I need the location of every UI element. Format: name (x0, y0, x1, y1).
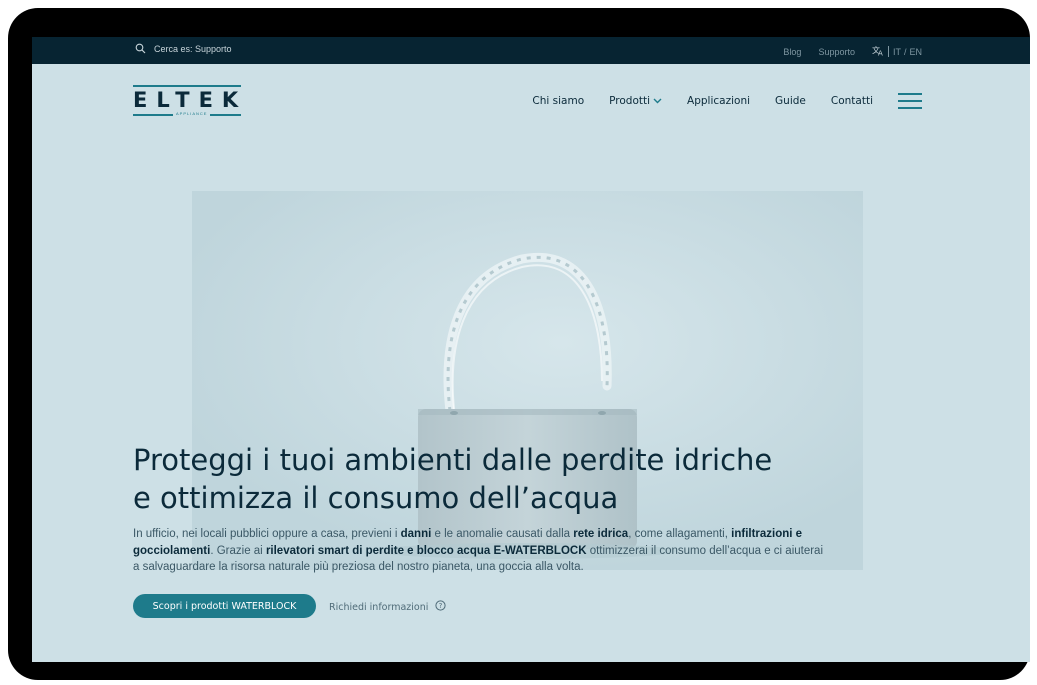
search-field[interactable]: Cerca es: Supporto (135, 43, 232, 54)
nav-applicazioni[interactable]: Applicazioni (687, 95, 750, 107)
link-blog[interactable]: Blog (783, 47, 801, 57)
lang-it[interactable]: IT (893, 47, 901, 57)
request-info-link[interactable]: Richiedi informazioni ? (329, 600, 446, 614)
main-navigation: Chi siamo Prodotti Applicazioni Guide Co… (532, 93, 922, 109)
svg-text:A: A (878, 50, 883, 57)
desc-text-3: , come allagamenti, (628, 528, 732, 540)
desc-bold-danni: danni (400, 528, 432, 540)
desc-text-4: . Grazie ai (210, 544, 266, 557)
desc-bold-rete-idrica: rete idrica (573, 528, 629, 540)
translate-icon: 文 A (872, 45, 884, 58)
device-frame: Cerca es: Supporto Blog Supporto 文 A IT … (8, 8, 1030, 680)
hero-headline-line-1: Proteggi i tuoi ambienti dalle perdite i… (133, 443, 773, 477)
desc-text-1: In ufficio, nei locali pubblici oppure a… (133, 528, 401, 540)
hero-description: In ufficio, nei locali pubblici oppure a… (133, 526, 823, 576)
top-utility-bar: Cerca es: Supporto Blog Supporto 文 A IT … (32, 37, 1030, 64)
search-placeholder[interactable]: Cerca es: Supporto (154, 44, 232, 54)
nav-prodotti[interactable]: Prodotti (609, 95, 662, 107)
utility-links: Blog Supporto 文 A IT / EN (766, 45, 922, 58)
logo-subtext: APPLIANCE (173, 111, 211, 117)
hero-headline-line-2: e ottimizza il consumo dell’acqua (133, 481, 619, 515)
svg-text:?: ? (439, 602, 443, 610)
nav-contatti[interactable]: Contatti (831, 95, 873, 107)
lang-en[interactable]: EN (909, 47, 922, 57)
discover-waterblock-button[interactable]: Scopri i prodotti WATERBLOCK (133, 594, 316, 618)
lang-slash: / (903, 46, 907, 57)
question-circle-icon: ? (435, 600, 446, 614)
chevron-down-icon (653, 95, 662, 107)
lang-divider (887, 46, 889, 57)
nav-prodotti-label: Prodotti (609, 95, 651, 107)
browser-viewport: Cerca es: Supporto Blog Supporto 文 A IT … (32, 37, 1030, 662)
language-switcher[interactable]: 文 A IT / EN (872, 45, 922, 58)
eltek-logo[interactable]: ELTEK APPLIANCE (133, 85, 241, 118)
logo-bar-top (133, 85, 241, 87)
link-supporto[interactable]: Supporto (818, 47, 855, 57)
desc-bold-rilevatori: rilevatori smart di perdite e blocco acq… (265, 544, 587, 557)
nav-guide[interactable]: Guide (775, 95, 806, 107)
desc-text-2: e le anomalie causati dalla (431, 528, 574, 540)
search-icon (135, 43, 146, 54)
logo-wordmark: ELTEK (133, 88, 248, 112)
request-info-label: Richiedi informazioni (329, 601, 429, 613)
hamburger-menu-icon[interactable] (898, 93, 922, 109)
hero-headline: Proteggi i tuoi ambienti dalle perdite i… (133, 441, 793, 517)
nav-chi-siamo[interactable]: Chi siamo (532, 95, 584, 107)
